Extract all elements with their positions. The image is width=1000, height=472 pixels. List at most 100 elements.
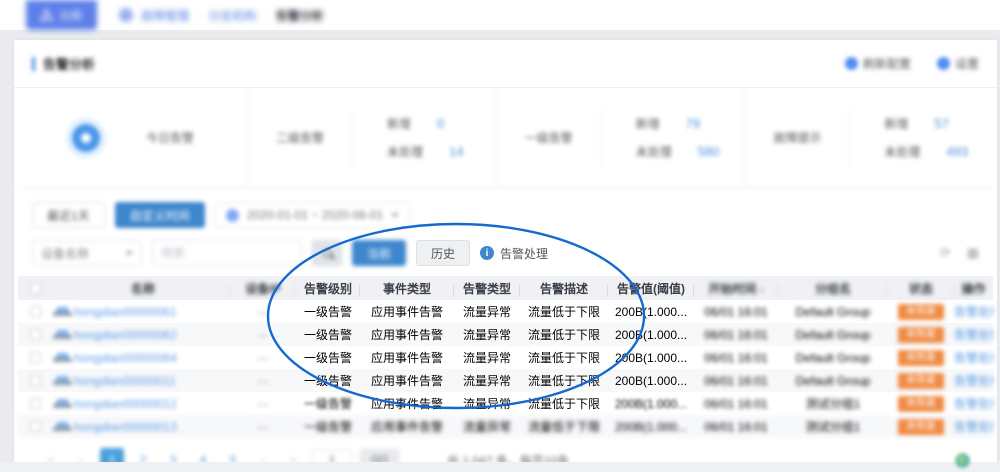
- alert-level: 一级告警: [296, 372, 360, 389]
- refresh-config-link[interactable]: 刷新配置: [845, 55, 911, 72]
- device-name-link[interactable]: hongdian00000062: [74, 328, 177, 342]
- process-alert-link[interactable]: 告警处理: [954, 374, 993, 388]
- start-time: 06/01 16:01: [694, 351, 778, 365]
- group-name: Default Group: [778, 328, 888, 342]
- status-badge-cell: 未恢复: [888, 303, 954, 320]
- pending-value: 493: [946, 144, 980, 159]
- device-name-link[interactable]: hongdian00000011: [74, 374, 176, 388]
- column-settings-icon[interactable]: ▦: [967, 245, 979, 261]
- device-name-link[interactable]: hongdian00000064: [74, 351, 177, 365]
- alert-type: 流量异常: [454, 418, 520, 435]
- col-type: 告警类型: [454, 280, 520, 297]
- today-alerts-label: 今日告警: [146, 129, 194, 146]
- logo-label: 分析: [59, 7, 83, 24]
- process-alert-link[interactable]: 告警处理: [954, 420, 993, 434]
- stat-card-label: 一级告警: [497, 129, 601, 146]
- device-icon: [56, 353, 69, 362]
- device-name-link[interactable]: hongdian00000013: [74, 420, 177, 434]
- table-row: hongdian00000011 --- 一级告警 应用事件告警 流量异常 流量…: [18, 369, 993, 392]
- event-type: 应用事件告警: [360, 326, 454, 343]
- row-checkbox[interactable]: [18, 398, 52, 409]
- group-name: 测试分组1: [778, 418, 888, 435]
- panel-header: 告警分析 刷新配置 设置: [14, 40, 997, 88]
- page-title: 告警分析: [32, 54, 95, 73]
- header-links: 刷新配置 设置: [845, 55, 979, 72]
- device-ip: ---: [230, 305, 296, 319]
- row-checkbox[interactable]: [18, 329, 52, 340]
- app-logo[interactable]: 分析: [26, 0, 97, 30]
- row-checkbox[interactable]: [18, 306, 52, 317]
- process-alert-link[interactable]: 告警处理: [954, 328, 993, 342]
- col-group: 分组名: [778, 280, 888, 297]
- custom-range-button[interactable]: 自定义时间: [115, 202, 205, 228]
- col-ip: 设备IP: [230, 280, 296, 297]
- alert-value: 200B(1.000...: [608, 374, 694, 388]
- device-name-link[interactable]: hongdian00000012: [74, 397, 177, 411]
- page-footer-strip: [0, 462, 1000, 472]
- alert-stats: 今日告警 二级告警 新增0 未处理14 一级告警 新增79 未处理580 故障提…: [18, 88, 993, 188]
- table-row: hongdian00000064 --- 一级告警 应用事件告警 流量异常 流量…: [18, 346, 993, 369]
- alert-type: 流量异常: [454, 303, 520, 320]
- device-ip: ---: [230, 374, 296, 388]
- current-tab-button[interactable]: 当前: [352, 240, 406, 266]
- page-title-text: 告警分析: [43, 54, 95, 73]
- select-all-checkbox[interactable]: [18, 283, 52, 294]
- new-value: 79: [686, 116, 720, 131]
- alert-value: 200B(1.000...: [608, 328, 694, 342]
- device-name-link[interactable]: hongdian00000061: [74, 305, 177, 319]
- event-type: 应用事件告警: [360, 395, 454, 412]
- info-icon: i: [480, 246, 494, 260]
- row-checkbox[interactable]: [18, 352, 52, 363]
- main-panel: 告警分析 刷新配置 设置 今日告警 二级告警 新增0 未处理14: [14, 40, 997, 462]
- title-accent-bar: [32, 57, 35, 71]
- device-ip: ---: [230, 397, 296, 411]
- history-tab-button[interactable]: 历史: [416, 240, 470, 266]
- col-time-sortable[interactable]: 开始时间 ▾: [694, 280, 778, 297]
- status-badge-cell: 未恢复: [888, 395, 954, 412]
- search-icon: [323, 249, 332, 258]
- alert-desc: 流量低于下限: [520, 418, 608, 435]
- status-badge: 未恢复: [898, 419, 944, 435]
- group-name: Default Group: [778, 351, 888, 365]
- col-desc: 告警描述: [520, 280, 608, 297]
- start-time: 06/01 16:01: [694, 420, 778, 434]
- start-time: 06/01 16:01: [694, 374, 778, 388]
- device-ip: ---: [230, 328, 296, 342]
- row-checkbox[interactable]: [18, 421, 52, 432]
- time-filter-row: 最近1天 自定义时间 2020-01-01 ~ 2020-06-01: [14, 188, 997, 232]
- breadcrumb-item-1[interactable]: 故障管理: [141, 7, 189, 24]
- chevron-down-icon: [125, 251, 133, 256]
- col-event: 事件类型: [360, 280, 454, 297]
- today-alerts: 今日告警: [18, 88, 248, 187]
- search-button[interactable]: [312, 240, 342, 266]
- quick-range-button[interactable]: 最近1天: [32, 202, 105, 228]
- breadcrumb-separator: ·: [264, 10, 267, 21]
- help-fab-button[interactable]: [955, 453, 970, 468]
- alert-process-link[interactable]: i 告警处理: [480, 245, 548, 262]
- date-range-picker[interactable]: 2020-01-01 ~ 2020-06-01: [215, 202, 410, 228]
- status-badge-cell: 未恢复: [888, 418, 954, 435]
- row-checkbox[interactable]: [18, 375, 52, 386]
- start-time: 06/01 16:01: [694, 397, 778, 411]
- alert-type: 流量异常: [454, 395, 520, 412]
- breadcrumb-item-2[interactable]: 分支机构: [208, 7, 256, 24]
- process-alert-link[interactable]: 告警处理: [954, 305, 993, 319]
- col-name: 名称: [52, 280, 230, 297]
- device-icon: [56, 330, 69, 339]
- pending-value: 580: [698, 144, 732, 159]
- status-badge: 未恢复: [898, 327, 944, 343]
- settings-icon: [937, 57, 950, 70]
- col-action: 操作: [954, 280, 993, 297]
- stat-card-level1: 一级告警 新增79 未处理580: [497, 88, 746, 187]
- new-value: 57: [934, 116, 968, 131]
- search-input[interactable]: [152, 240, 302, 266]
- process-alert-link[interactable]: 告警处理: [954, 397, 993, 411]
- process-alert-link[interactable]: 告警处理: [954, 351, 993, 365]
- breadcrumb-separator: ·: [197, 10, 200, 21]
- pending-value: 14: [449, 144, 483, 159]
- group-name: 测试分组1: [778, 395, 888, 412]
- refresh-icon[interactable]: ⟳: [940, 245, 951, 261]
- settings-link[interactable]: 设置: [937, 55, 979, 72]
- top-navbar: 分析 故障管理 · 分支机构 · 告警分析: [0, 0, 1000, 30]
- device-select[interactable]: 设备名称: [32, 240, 142, 266]
